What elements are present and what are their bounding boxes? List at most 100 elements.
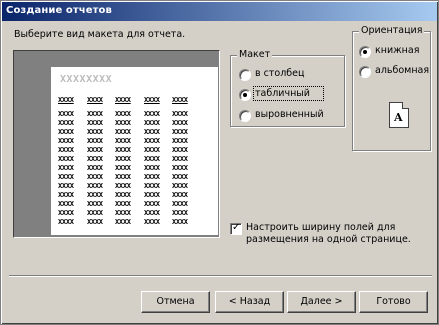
window-title: Создание отчетов	[6, 5, 112, 16]
preview-cell: XXXX	[87, 137, 103, 145]
page-icon-letter: A	[394, 111, 403, 124]
preview-cell: XXXX	[87, 164, 103, 172]
preview-cell: XXXX	[144, 146, 160, 154]
radio-button[interactable]	[239, 110, 251, 122]
preview-cell: XXXX	[87, 155, 103, 163]
preview-cell: XXXX	[172, 137, 188, 145]
radio-selected-dot	[363, 50, 367, 54]
report-wizard-window: Создание отчетов Выберите вид макета для…	[0, 0, 439, 325]
radio-button[interactable]	[239, 89, 251, 101]
preview-cell: XXXX	[58, 218, 74, 226]
preview-title: XXXXXXXX	[60, 74, 113, 85]
back-button[interactable]: < Назад	[215, 291, 284, 313]
radio-button[interactable]	[239, 69, 251, 81]
preview-cell: XXXX	[144, 209, 160, 217]
preview-cell: XXXX	[144, 218, 160, 226]
radio-label: выровненный	[255, 109, 324, 120]
page-fold	[402, 102, 409, 109]
preview-page: XXXXXXXX XXXX XXXX XXXX XXXX XXXX XXXX XXXX XXX…	[51, 67, 218, 235]
preview-cell: XXXX	[144, 200, 160, 208]
preview-cell: XXXX	[58, 110, 74, 118]
preview-cell: XXXX	[144, 155, 160, 163]
preview-row: XXXX XXXX XXXX XXXX XXXX	[58, 209, 218, 217]
preview-cell: XXXX	[172, 119, 188, 127]
preview-row: XXXX XXXX XXXX XXXX XXXX	[58, 110, 218, 118]
layout-option-justified[interactable]: выровненный	[239, 109, 339, 123]
separator	[9, 275, 432, 277]
preview-cell: XXXX	[87, 128, 103, 136]
preview-row: XXXX XXXX XXXX XXXX XXXX	[58, 218, 218, 226]
preview-cell: XXXX	[87, 146, 103, 154]
preview-cell: XXXX	[172, 173, 188, 181]
layout-preview: XXXXXXXX XXXX XXXX XXXX XXXX XXXX XXXX XXXX XXX…	[13, 50, 220, 238]
fit-width-label[interactable]: Настроить ширину полей для размещения на…	[246, 222, 421, 246]
preview-row: XXXX XXXX XXXX XXXX XXXX	[58, 191, 218, 199]
checkmark-icon: ✓	[232, 222, 241, 233]
portrait-page-icon: A	[389, 102, 409, 128]
preview-cell: XXXX	[115, 173, 131, 181]
orientation-option-landscape[interactable]: альбомная	[359, 65, 429, 79]
preview-cell: XXXX	[172, 110, 188, 118]
layout-group: Макет в столбец табличный выровненный	[230, 49, 345, 127]
fit-width-checkbox[interactable]: ✓	[230, 222, 242, 235]
preview-cell: XXXX	[58, 173, 74, 181]
preview-cell: XXXX	[172, 200, 188, 208]
layout-option-column[interactable]: в столбец	[239, 68, 339, 82]
radio-button[interactable]	[359, 66, 371, 78]
radio-label: табличный	[253, 86, 324, 101]
preview-cell: XXXX	[115, 182, 131, 190]
preview-cell: XXXX	[144, 128, 160, 136]
cancel-button[interactable]: Отмена	[141, 291, 210, 313]
finish-button[interactable]: Готово	[359, 291, 428, 313]
preview-cell: XXXX	[115, 119, 131, 127]
title-bar[interactable]: Создание отчетов	[2, 2, 437, 21]
preview-cell: XXXX	[144, 191, 160, 199]
preview-cell: XXXX	[115, 200, 131, 208]
preview-cell: XXXX	[115, 209, 131, 217]
preview-cell: XXXX	[58, 182, 74, 190]
preview-cell: XXXX	[172, 155, 188, 163]
preview-row: XXXX XXXX XXXX XXXX XXXX	[58, 146, 218, 154]
preview-cell: XXXX	[58, 209, 74, 217]
preview-cell: XXXX	[144, 173, 160, 181]
preview-cell: XXXX	[58, 128, 74, 136]
preview-cell: XXXX	[144, 119, 160, 127]
instruction-text: Выберите вид макета для отчета.	[14, 29, 186, 40]
preview-row: XXXX XXXX XXXX XXXX XXXX	[58, 155, 218, 163]
preview-cell: XXXX	[172, 164, 188, 172]
preview-cell: XXXX	[144, 182, 160, 190]
preview-cell: XXXX	[87, 218, 103, 226]
radio-label: в столбец	[255, 68, 305, 79]
preview-header-cell: XXXX	[115, 96, 131, 104]
preview-cell: XXXX	[58, 155, 74, 163]
preview-cell: XXXX	[172, 209, 188, 217]
preview-row: XXXX XXXX XXXX XXXX XXXX	[58, 137, 218, 145]
preview-header-cell: XXXX	[87, 96, 103, 104]
radio-button[interactable]	[359, 46, 371, 58]
preview-row: XXXX XXXX XXXX XXXX XXXX	[58, 173, 218, 181]
radio-label: альбомная	[375, 65, 430, 76]
preview-cell: XXXX	[172, 182, 188, 190]
preview-cell: XXXX	[87, 110, 103, 118]
preview-row: XXXX XXXX XXXX XXXX XXXX	[58, 164, 218, 172]
layout-option-tabular[interactable]: табличный	[239, 86, 339, 102]
preview-cell: XXXX	[144, 137, 160, 145]
preview-row: XXXX XXXX XXXX XXXX XXXX	[58, 128, 218, 136]
preview-cell: XXXX	[87, 119, 103, 127]
preview-cell: XXXX	[115, 218, 131, 226]
preview-cell: XXXX	[58, 119, 74, 127]
preview-cell: XXXX	[87, 209, 103, 217]
preview-row: XXXX XXXX XXXX XXXX XXXX	[58, 182, 218, 190]
radio-label: книжная	[375, 45, 420, 56]
preview-header-row: XXXX XXXX XXXX XXXX XXXX	[58, 96, 218, 104]
preview-cell: XXXX	[58, 164, 74, 172]
preview-cell: XXXX	[58, 200, 74, 208]
preview-cell: XXXX	[144, 164, 160, 172]
orientation-option-portrait[interactable]: книжная	[359, 45, 429, 59]
next-button[interactable]: Далее >	[287, 291, 356, 313]
orientation-group: Ориентация книжная альбомная A	[352, 25, 431, 151]
preview-cell: XXXX	[115, 146, 131, 154]
preview-row: XXXX XXXX XXXX XXXX XXXX	[58, 200, 218, 208]
preview-cell: XXXX	[58, 137, 74, 145]
preview-cell: XXXX	[58, 191, 74, 199]
